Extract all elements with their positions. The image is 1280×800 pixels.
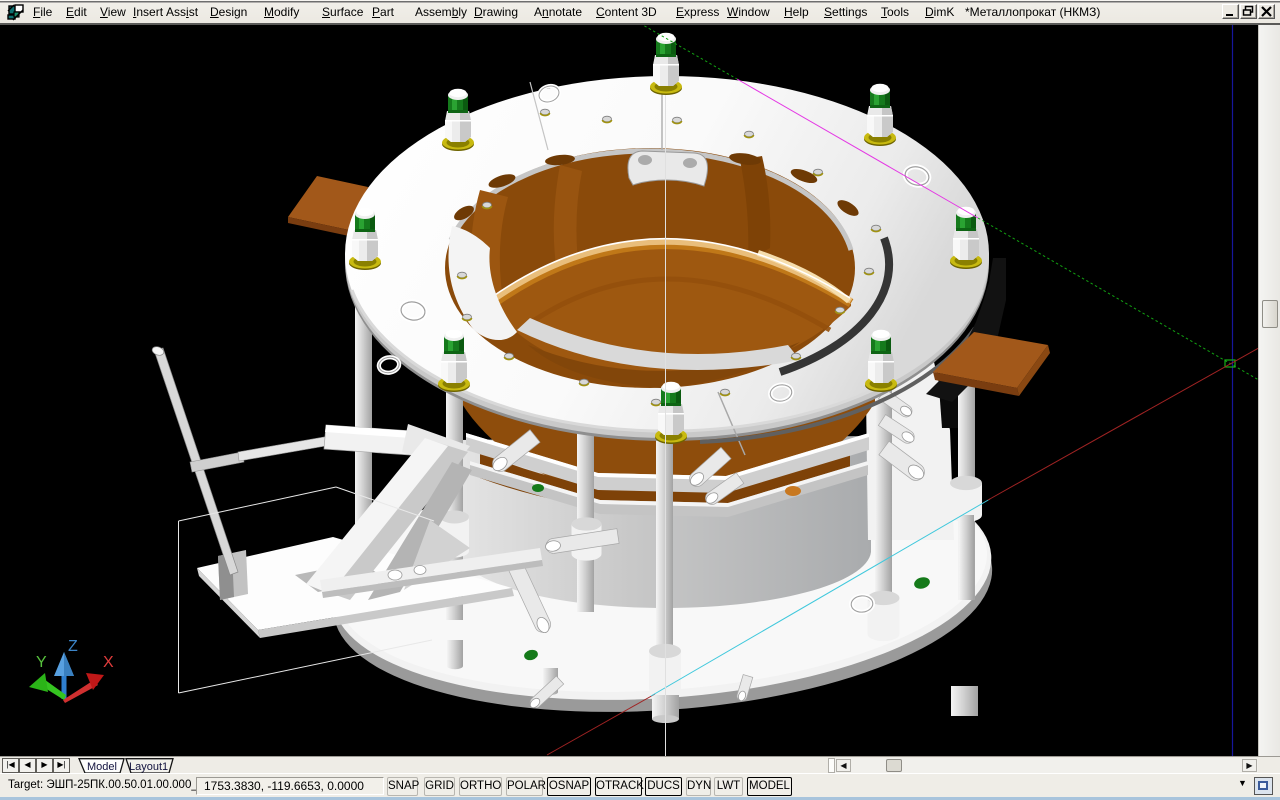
svg-text:Y: Y xyxy=(36,654,47,671)
svg-text:Layout1: Layout1 xyxy=(129,761,168,773)
svg-text:Z: Z xyxy=(68,638,78,655)
svg-text:X: X xyxy=(103,654,114,671)
svg-text:Model: Model xyxy=(87,761,117,773)
